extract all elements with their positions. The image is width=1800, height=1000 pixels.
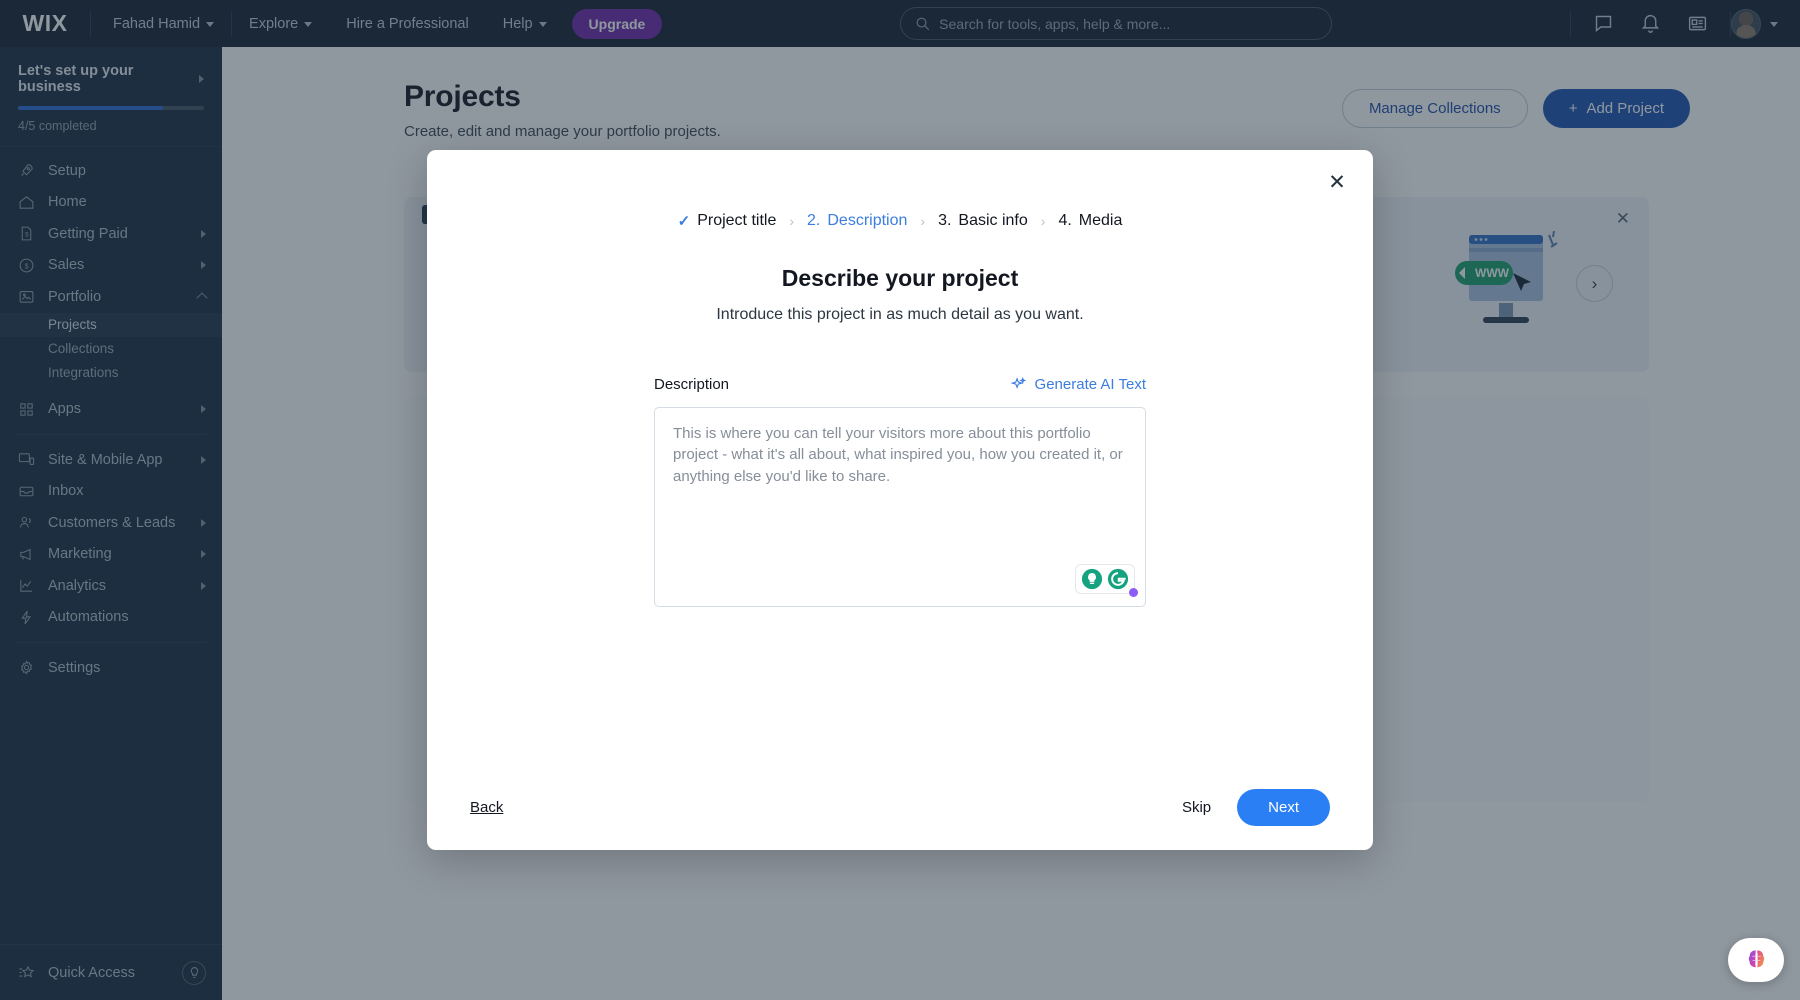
- chevron-right-icon: ›: [789, 213, 795, 229]
- skip-button[interactable]: Skip: [1182, 799, 1211, 816]
- app-root: WIX Fahad Hamid Explore Hire a Professio…: [0, 0, 1800, 1000]
- brain-icon: [1748, 949, 1764, 967]
- wizard-step-number: 3.: [938, 212, 952, 229]
- wizard-step-label: Description: [827, 212, 908, 229]
- modal-footer-actions: Skip Next: [1182, 788, 1330, 826]
- next-button[interactable]: Next: [1237, 788, 1330, 826]
- wizard-step-label: Basic info: [958, 212, 1028, 229]
- wizard-step-project-title[interactable]: ✓ Project title: [678, 212, 777, 230]
- wizard-steps: ✓ Project title › 2. Description › 3. Ba…: [427, 150, 1373, 230]
- describe-project-modal: ✕ ✓ Project title › 2. Description › 3. …: [427, 150, 1373, 850]
- chevron-right-icon: ›: [920, 213, 926, 229]
- description-input[interactable]: This is where you can tell your visitors…: [654, 407, 1146, 607]
- back-button[interactable]: Back: [470, 799, 503, 816]
- wizard-step-number: 4.: [1058, 212, 1072, 229]
- description-field-label: Description: [654, 376, 730, 393]
- wizard-step-label: Media: [1078, 212, 1123, 229]
- generate-ai-text-label: Generate AI Text: [1034, 376, 1146, 393]
- ai-assistant-button[interactable]: [1728, 938, 1784, 982]
- modal-footer: Back Skip Next: [427, 764, 1373, 850]
- chevron-right-icon: ›: [1040, 213, 1046, 229]
- grammarly-bulb-icon: [1081, 568, 1103, 590]
- grammarly-logo-icon: [1107, 568, 1129, 590]
- description-field-header: Description Generate AI Text: [654, 376, 1146, 393]
- description-placeholder: This is where you can tell your visitors…: [673, 425, 1123, 485]
- description-field-group: Description Generate AI Text This is whe…: [654, 376, 1146, 607]
- wizard-step-number: 2.: [807, 212, 821, 229]
- modal-subtitle: Introduce this project in as much detail…: [716, 306, 1084, 323]
- wizard-step-description[interactable]: 2. Description: [807, 212, 907, 230]
- close-icon[interactable]: ✕: [1323, 168, 1351, 196]
- check-icon: ✓: [677, 213, 691, 230]
- generate-ai-text-button[interactable]: Generate AI Text: [1010, 376, 1146, 393]
- modal-title: Describe your project: [781, 265, 1019, 291]
- sparkle-icon: [1010, 376, 1026, 389]
- grammarly-widget[interactable]: [1075, 564, 1138, 597]
- wizard-step-label: Project title: [697, 212, 777, 229]
- wizard-step-basic-info[interactable]: 3. Basic info: [938, 212, 1028, 230]
- grammarly-status-dot: [1129, 588, 1138, 597]
- wizard-step-media[interactable]: 4. Media: [1058, 212, 1122, 230]
